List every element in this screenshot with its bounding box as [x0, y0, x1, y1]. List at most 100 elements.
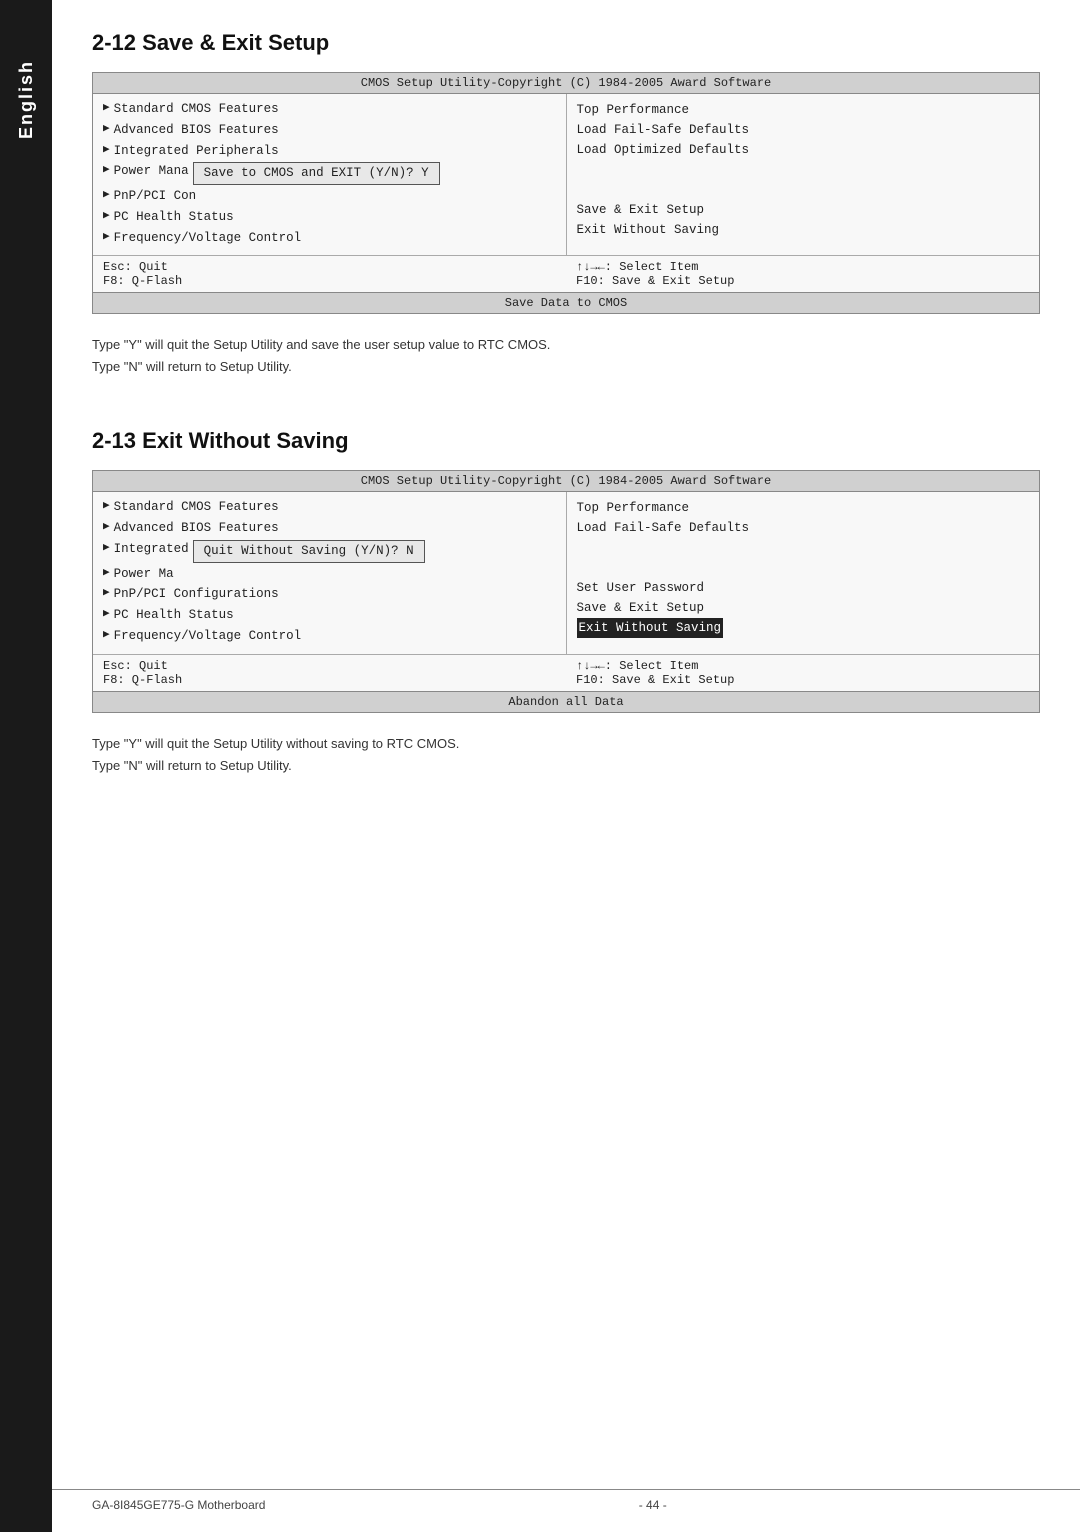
bios-bottom-1: Save Data to CMOS — [93, 292, 1039, 313]
bios-box-1: CMOS Setup Utility-Copyright (C) 1984-20… — [92, 72, 1040, 314]
bios2-right-item-6: Save & Exit Setup — [577, 598, 1030, 618]
bios-item-label: PnP/PCI Con — [114, 187, 197, 206]
bios-bottom-2: Abandon all Data — [93, 691, 1039, 712]
bios-box-2: CMOS Setup Utility-Copyright (C) 1984-20… — [92, 470, 1040, 712]
arrow-icon: ▶ — [103, 121, 110, 138]
bios-item-label: Power Mana — [114, 162, 189, 181]
section-save-exit: 2-12 Save & Exit Setup CMOS Setup Utilit… — [92, 30, 1040, 378]
section1-desc1: Type "Y" will quit the Setup Utility and… — [92, 334, 1040, 356]
arrow-icon: ▶ — [103, 627, 110, 644]
bios2-item-6: ▶ PC Health Status — [103, 606, 556, 625]
bios2-footer-item-1: Esc: Quit — [103, 659, 556, 673]
bios-item-1-6: ▶ PC Health Status — [103, 208, 556, 227]
bios2-right-item-7: Exit Without Saving — [577, 618, 724, 638]
arrow-icon: ▶ — [103, 565, 110, 582]
bios2-right-item-4 — [577, 558, 1030, 578]
bios-item-label: Integrated Peripherals — [114, 142, 279, 161]
bios-item-1-5: ▶ PnP/PCI Con — [103, 187, 556, 206]
bios-footer-right-1: ↑↓→←: Select Item F10: Save & Exit Setup — [576, 260, 1029, 288]
bios2-footer-item-2: F8: Q-Flash — [103, 673, 556, 687]
bios-footer-item-3: ↑↓→←: Select Item — [576, 260, 1029, 274]
arrow-icon: ▶ — [103, 606, 110, 623]
bios-footer-item-2: F8: Q-Flash — [103, 274, 556, 288]
section-heading-1: 2-12 Save & Exit Setup — [92, 30, 1040, 56]
bios-item-label: Standard CMOS Features — [114, 498, 279, 517]
bios-dialog-2: Quit Without Saving (Y/N)? N — [193, 540, 425, 563]
bios-item-1-4: ▶ Power Mana Save to CMOS and EXIT (Y/N)… — [103, 162, 556, 185]
bios-body-2: ▶ Standard CMOS Features ▶ Advanced BIOS… — [93, 492, 1039, 653]
dialog-text-1: Save to CMOS and EXIT (Y/N)? Y — [204, 166, 429, 180]
section1-desc2: Type "N" will return to Setup Utility. — [92, 356, 1040, 378]
bios-right-item-5 — [577, 180, 1030, 200]
bios-item-label: PC Health Status — [114, 208, 234, 227]
bios2-footer-item-3: ↑↓→←: Select Item — [576, 659, 1029, 673]
bios-footer-right-2: ↑↓→←: Select Item F10: Save & Exit Setup — [576, 659, 1029, 687]
bios2-item-5: ▶ PnP/PCI Configurations — [103, 585, 556, 604]
bios-footer-left-2: Esc: Quit F8: Q-Flash — [103, 659, 556, 687]
bios2-item-3: ▶ Integrated Quit Without Saving (Y/N)? … — [103, 540, 556, 563]
main-content: 2-12 Save & Exit Setup CMOS Setup Utilit… — [52, 0, 1080, 817]
arrow-icon: ▶ — [103, 208, 110, 225]
spacer-1 — [92, 378, 1040, 428]
dialog-text-2: Quit Without Saving (Y/N)? N — [204, 544, 414, 558]
bios-item-label: Frequency/Voltage Control — [114, 627, 302, 646]
bios-body-1: ▶ Standard CMOS Features ▶ Advanced BIOS… — [93, 94, 1039, 255]
bios-footer-left-1: Esc: Quit F8: Q-Flash — [103, 260, 556, 288]
arrow-icon: ▶ — [103, 519, 110, 536]
footer-model: GA-8I845GE775-G Motherboard — [92, 1498, 265, 1512]
bios-dialog-1: Save to CMOS and EXIT (Y/N)? Y — [193, 162, 440, 185]
bios2-right-item-3 — [577, 538, 1030, 558]
bios-right-item-4 — [577, 160, 1030, 180]
arrow-icon: ▶ — [103, 229, 110, 246]
bios2-item-2: ▶ Advanced BIOS Features — [103, 519, 556, 538]
sidebar: English — [0, 0, 52, 1532]
bios2-item-4: ▶ Power Ma — [103, 565, 556, 584]
section2-desc1: Type "Y" will quit the Setup Utility wit… — [92, 733, 1040, 755]
bios-item-1-2: ▶ Advanced BIOS Features — [103, 121, 556, 140]
bios-item-label: Frequency/Voltage Control — [114, 229, 302, 248]
bios-left-2: ▶ Standard CMOS Features ▶ Advanced BIOS… — [93, 492, 567, 653]
bios2-footer-item-4: F10: Save & Exit Setup — [576, 673, 1029, 687]
bios2-item-7: ▶ Frequency/Voltage Control — [103, 627, 556, 646]
arrow-icon: ▶ — [103, 162, 110, 179]
bios-item-label: Advanced BIOS Features — [114, 519, 279, 538]
arrow-icon: ▶ — [103, 187, 110, 204]
bios-item-1-3: ▶ Integrated Peripherals — [103, 142, 556, 161]
bios2-item-1: ▶ Standard CMOS Features — [103, 498, 556, 517]
arrow-icon: ▶ — [103, 100, 110, 117]
bios-item-label: Power Ma — [114, 565, 174, 584]
bios-right-item-7: Exit Without Saving — [577, 220, 1030, 240]
bios-right-item-2: Load Fail-Safe Defaults — [577, 120, 1030, 140]
page-footer: GA-8I845GE775-G Motherboard - 44 - — [52, 1489, 1080, 1512]
bios-left-1: ▶ Standard CMOS Features ▶ Advanced BIOS… — [93, 94, 567, 255]
bios-title-1: CMOS Setup Utility-Copyright (C) 1984-20… — [93, 73, 1039, 94]
bios-item-1-7: ▶ Frequency/Voltage Control — [103, 229, 556, 248]
section1-desc: Type "Y" will quit the Setup Utility and… — [92, 334, 1040, 378]
bios2-right-item-1: Top Performance — [577, 498, 1030, 518]
arrow-icon: ▶ — [103, 585, 110, 602]
arrow-icon: ▶ — [103, 498, 110, 515]
section-heading-2: 2-13 Exit Without Saving — [92, 428, 1040, 454]
bios-item-label: Integrated — [114, 540, 189, 559]
bios2-right-item-2: Load Fail-Safe Defaults — [577, 518, 1030, 538]
arrow-icon: ▶ — [103, 142, 110, 159]
bios-item-label: Advanced BIOS Features — [114, 121, 279, 140]
bios-footer-item-1: Esc: Quit — [103, 260, 556, 274]
arrow-icon: ▶ — [103, 540, 110, 557]
bios2-right-item-5: Set User Password — [577, 578, 1030, 598]
bios-footer-1: Esc: Quit F8: Q-Flash ↑↓→←: Select Item … — [93, 255, 1039, 292]
bios-item-label: PnP/PCI Configurations — [114, 585, 279, 604]
bios-right-item-6: Save & Exit Setup — [577, 200, 1030, 220]
section2-desc: Type "Y" will quit the Setup Utility wit… — [92, 733, 1040, 777]
bios-footer-2: Esc: Quit F8: Q-Flash ↑↓→←: Select Item … — [93, 654, 1039, 691]
bios-footer-item-4: F10: Save & Exit Setup — [576, 274, 1029, 288]
section2-desc2: Type "N" will return to Setup Utility. — [92, 755, 1040, 777]
bios-title-2: CMOS Setup Utility-Copyright (C) 1984-20… — [93, 471, 1039, 492]
bios-right-item-3: Load Optimized Defaults — [577, 140, 1030, 160]
bios-right-1: Top Performance Load Fail-Safe Defaults … — [567, 94, 1040, 255]
bios-item-label: Standard CMOS Features — [114, 100, 279, 119]
bios-item-1-1: ▶ Standard CMOS Features — [103, 100, 556, 119]
sidebar-label: English — [16, 60, 37, 139]
bios-right-2: Top Performance Load Fail-Safe Defaults … — [567, 492, 1040, 653]
bios-right-item-1: Top Performance — [577, 100, 1030, 120]
